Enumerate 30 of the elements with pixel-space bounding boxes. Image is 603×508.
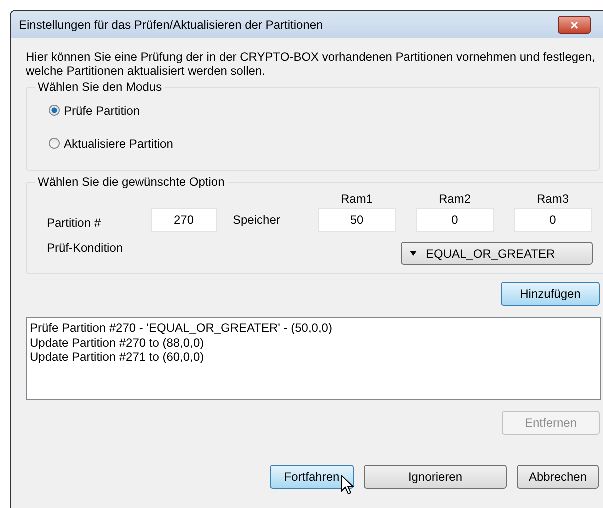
- ram-field[interactable]: 0: [416, 208, 494, 232]
- mouse-cursor-icon: [341, 475, 355, 495]
- condition-dropdown[interactable]: EQUAL_OR_GREATER: [401, 242, 593, 265]
- group-title: Wählen Sie die gewünschte Option: [37, 175, 226, 189]
- ram-field[interactable]: 0: [514, 208, 592, 232]
- ram-label: Ram3: [536, 192, 570, 206]
- list-entry[interactable]: Prüfe Partition #270 - 'EQUAL_OR_GREATER' - (50,0,0): [30, 321, 597, 336]
- condition-label: Prüf-Kondition: [47, 240, 124, 256]
- ram-label: Ram2: [438, 192, 472, 206]
- partition-label: Partition #: [47, 215, 102, 230]
- memory-label: Speicher: [232, 213, 282, 227]
- radio-option[interactable]: Prüfe Partition: [49, 102, 585, 119]
- radio-button[interactable]: [49, 138, 60, 149]
- caret-icon: [410, 251, 417, 256]
- window-title: Einstellungen für das Prüfen/Aktualisieren der Partitionen: [19, 18, 324, 32]
- ram-label: Ram1: [340, 192, 374, 206]
- radio-button[interactable]: [49, 105, 60, 116]
- add-button[interactable]: Hinzufügen: [501, 282, 600, 306]
- intro-text: Hier können Sie eine Prüfung der in der CRYPTO-BOX vorhandenen Partitionen vornehmen und festlegen, welche Partitionen aktualisiert werden sollen.: [26, 50, 596, 78]
- radio-label: Prüfe Partition: [64, 104, 140, 118]
- radio-option[interactable]: Aktualisiere Partition: [49, 135, 585, 152]
- dialog-button[interactable]: Ignorieren: [364, 465, 507, 489]
- list-entry[interactable]: Update Partition #270 to (88,0,0): [30, 336, 597, 350]
- list-entry[interactable]: Update Partition #271 to (60,0,0): [30, 350, 597, 364]
- dialog-button[interactable]: Fortfahren: [270, 465, 354, 489]
- radio-label: Aktualisiere Partition: [64, 136, 174, 150]
- group-title: Wählen Sie den Modus: [37, 80, 164, 94]
- ram-field[interactable]: 50: [318, 208, 396, 232]
- dialog-button[interactable]: Abbrechen: [517, 465, 599, 489]
- partition-field[interactable]: 270: [151, 208, 217, 232]
